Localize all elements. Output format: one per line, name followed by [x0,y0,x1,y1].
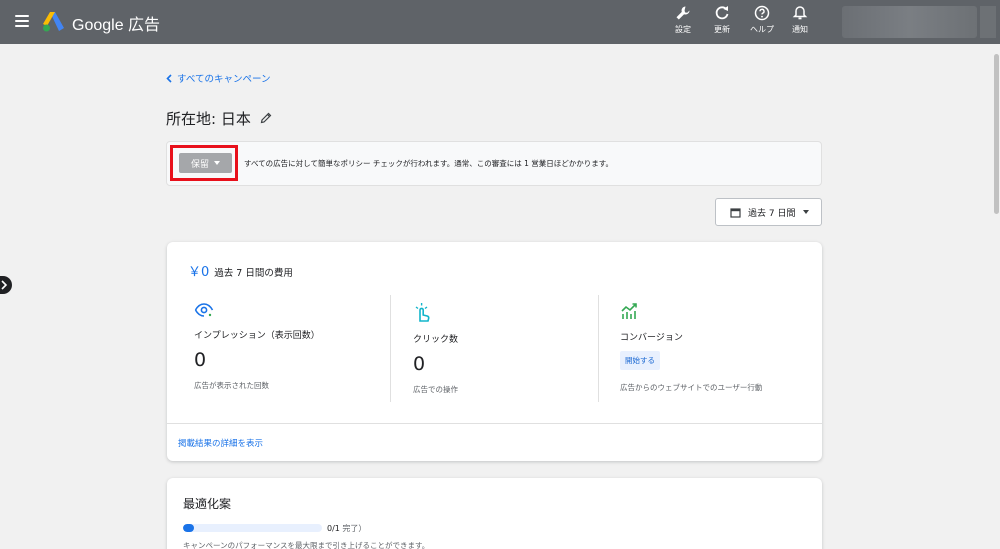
product-name: Google 広告 [72,17,161,34]
performance-summary-card: ￥0 過去 7 日間の費用 インプレッション（表示回数） 0 広告が表示された回… [167,242,822,461]
caret-down-icon [214,161,220,165]
progress-fill [183,524,195,532]
date-range-button[interactable]: 過去 7 日間 [715,198,822,226]
optimization-title: 最適化案 [183,497,232,511]
calendar-icon [730,207,741,218]
metric-description: 広告での操作 [413,385,458,394]
metric-description: 広告が表示された回数 [194,381,269,390]
card-divider [167,423,822,424]
wrench-icon [676,6,690,20]
metric-name: インプレッション（表示回数） [194,331,320,341]
optimization-description: キャンペーンのパフォーマンスを最大限まで引き上げることができます。 [183,541,430,549]
expand-sidebar-button[interactable] [0,276,12,294]
refresh-button[interactable]: 更新 [705,5,739,35]
notifications-label: 通知 [792,25,808,34]
metric-conversions: コンバージョン 開始する 広告からのウェブサイトでのユーザー行動 [620,302,820,393]
optimization-card: 最適化案 0/1 完了） キャンペーンのパフォーマンスを最大限まで引き上げること… [167,478,822,549]
status-dropdown-button[interactable]: 保留 [179,153,232,173]
eye-icon [194,303,214,317]
metric-impressions: インプレッション（表示回数） 0 広告が表示された回数 [194,302,394,391]
metric-description: 広告からのウェブサイトでのユーザー行動 [620,383,763,392]
date-range-label: 過去 7 日間 [748,208,796,219]
metric-name: コンバージョン [620,333,683,343]
metric-divider [390,295,391,402]
metric-divider [598,295,599,402]
hamburger-menu-icon[interactable] [15,15,29,27]
metric-value: 0 [413,353,426,375]
caret-down-icon [803,210,810,214]
get-started-button[interactable]: 開始する [620,351,660,370]
progress-count: 0/1 [327,524,340,533]
click-icon [415,303,430,322]
scrollbar-thumb[interactable] [994,54,999,214]
metric-clicks: クリック数 0 広告での操作 [413,302,613,395]
cost-summary: ￥0 過去 7 日間の費用 [188,261,293,280]
all-campaigns-link-label: すべてのキャンペーン [177,74,271,85]
bell-icon [792,6,808,20]
page-title: 所在地: 日本 [166,110,251,128]
all-campaigns-link[interactable]: すべてのキャンペーン [166,71,270,85]
help-button[interactable]: ヘルプ [745,5,779,35]
chevron-right-icon [1,280,8,290]
status-button-label: 保留 [190,159,209,170]
pencil-icon[interactable] [260,112,272,124]
optimization-progress-text: 0/1 完了） [327,523,366,534]
status-message: すべての広告に対して簡単なポリシー チェックが行われます。通常、この審査には 1… [244,159,613,168]
metric-value: 0 [194,349,207,371]
notifications-button[interactable]: 通知 [783,5,817,35]
metric-name: クリック数 [413,335,459,345]
optimization-progress-bar [183,524,322,532]
view-performance-details-link[interactable]: 掲載結果の詳細を表示 [178,437,263,449]
conversion-chart-icon [621,303,637,319]
cost-value: ￥0 [188,265,210,280]
account-avatar[interactable] [980,6,996,38]
google-ads-logo-icon [43,12,64,32]
progress-suffix: 完了） [339,524,367,533]
help-label: ヘルプ [750,25,774,34]
settings-button[interactable]: 設定 [666,5,700,35]
account-info-area[interactable] [842,6,977,38]
refresh-label: 更新 [714,25,730,34]
cost-label: 過去 7 日間の費用 [214,268,293,279]
chevron-left-icon [166,73,172,83]
settings-label: 設定 [675,25,691,34]
top-app-bar: Google 広告 設定 更新 ヘルプ 通知 [0,0,1000,44]
help-icon [754,5,770,21]
refresh-icon [715,6,729,20]
